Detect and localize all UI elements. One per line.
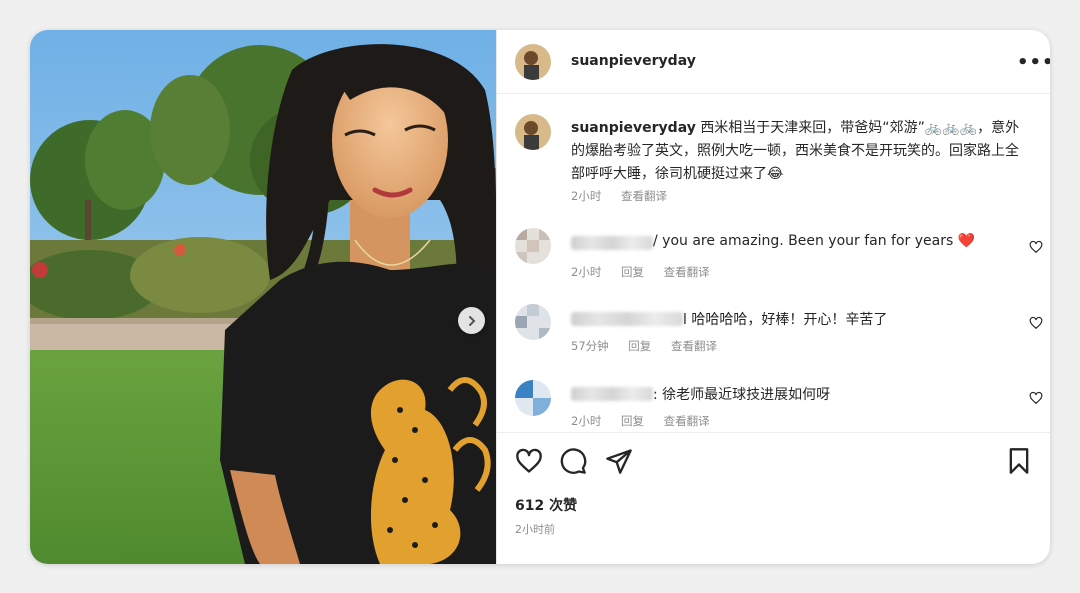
caption-meta: 2小时 查看翻译 — [571, 188, 683, 204]
comment-meta: 57分钟 回复 查看翻译 — [571, 338, 733, 354]
caption-translate-link[interactable]: 查看翻译 — [621, 189, 667, 203]
post-time: 2小时前 — [515, 523, 555, 536]
caption-time: 2小时 — [571, 189, 602, 203]
bookmark-icon[interactable] — [1005, 447, 1033, 475]
comment-avatar[interactable] — [515, 304, 551, 340]
avatar-image — [515, 380, 551, 416]
likes-count[interactable]: 612 次赞 — [515, 495, 577, 515]
photo-image — [30, 30, 496, 564]
caption: suanpieveryday 西米相当于天津来回，带爸妈“郊游”🚲🚲🚲，意外的爆… — [571, 117, 1031, 186]
caption-username[interactable]: suanpieveryday — [571, 120, 696, 136]
comment-avatar[interactable] — [515, 228, 551, 264]
reply-link[interactable]: 回复 — [621, 414, 644, 428]
next-photo-button[interactable] — [458, 307, 485, 334]
post-header: suanpieveryday ••• — [497, 30, 1050, 94]
comment-meta: 2小时 回复 查看翻译 — [571, 413, 726, 429]
comment-meta: 2小时 回复 查看翻译 — [571, 264, 726, 280]
avatar-image — [515, 228, 551, 264]
heart-icon[interactable] — [515, 447, 543, 475]
caption-avatar[interactable] — [515, 114, 551, 150]
blurred-username — [571, 236, 653, 250]
caption-text: 西米相当于天津来回，带爸妈“郊游” — [700, 120, 925, 136]
comment-time: 57分钟 — [571, 339, 609, 353]
blurred-username — [571, 387, 653, 401]
reply-link[interactable]: 回复 — [628, 339, 651, 353]
laugh-emoji: 😂 — [767, 166, 784, 182]
post-side-panel: suanpieveryday ••• suanpieveryday 西米相当于天… — [496, 30, 1050, 564]
translate-link[interactable]: 查看翻译 — [664, 265, 710, 279]
post-photo[interactable] — [30, 30, 496, 564]
heart-icon[interactable] — [1029, 391, 1043, 405]
comment-time: 2小时 — [571, 265, 602, 279]
comment-avatar[interactable] — [515, 380, 551, 416]
comment-text: l 哈哈哈哈，好棒！开心！辛苦了 — [683, 312, 888, 328]
comment-text: / you are amazing. Been your fan for yea… — [653, 233, 976, 249]
comment-text: : 徐老师最近球技进展如何呀 — [653, 387, 831, 403]
share-icon[interactable] — [605, 447, 633, 475]
avatar[interactable] — [515, 44, 551, 80]
comment-icon[interactable] — [559, 447, 587, 475]
heart-emoji: ❤️ — [957, 233, 976, 249]
more-icon[interactable]: ••• — [1017, 52, 1050, 73]
post-actions: 612 次赞 2小时前 — [497, 432, 1050, 564]
blurred-username — [571, 312, 683, 326]
translate-link[interactable]: 查看翻译 — [664, 414, 710, 428]
avatar-image — [515, 44, 551, 80]
heart-icon[interactable] — [1029, 240, 1043, 254]
post-card: suanpieveryday ••• suanpieveryday 西米相当于天… — [30, 30, 1050, 564]
avatar-image — [515, 114, 551, 150]
avatar-image — [515, 304, 551, 340]
heart-icon[interactable] — [1029, 316, 1043, 330]
reply-link[interactable]: 回复 — [621, 265, 644, 279]
translate-link[interactable]: 查看翻译 — [671, 339, 717, 353]
post-username[interactable]: suanpieveryday — [571, 53, 696, 69]
bike-emoji: 🚲🚲🚲 — [924, 120, 978, 136]
comment-time: 2小时 — [571, 414, 602, 428]
chevron-right-icon — [468, 315, 475, 326]
